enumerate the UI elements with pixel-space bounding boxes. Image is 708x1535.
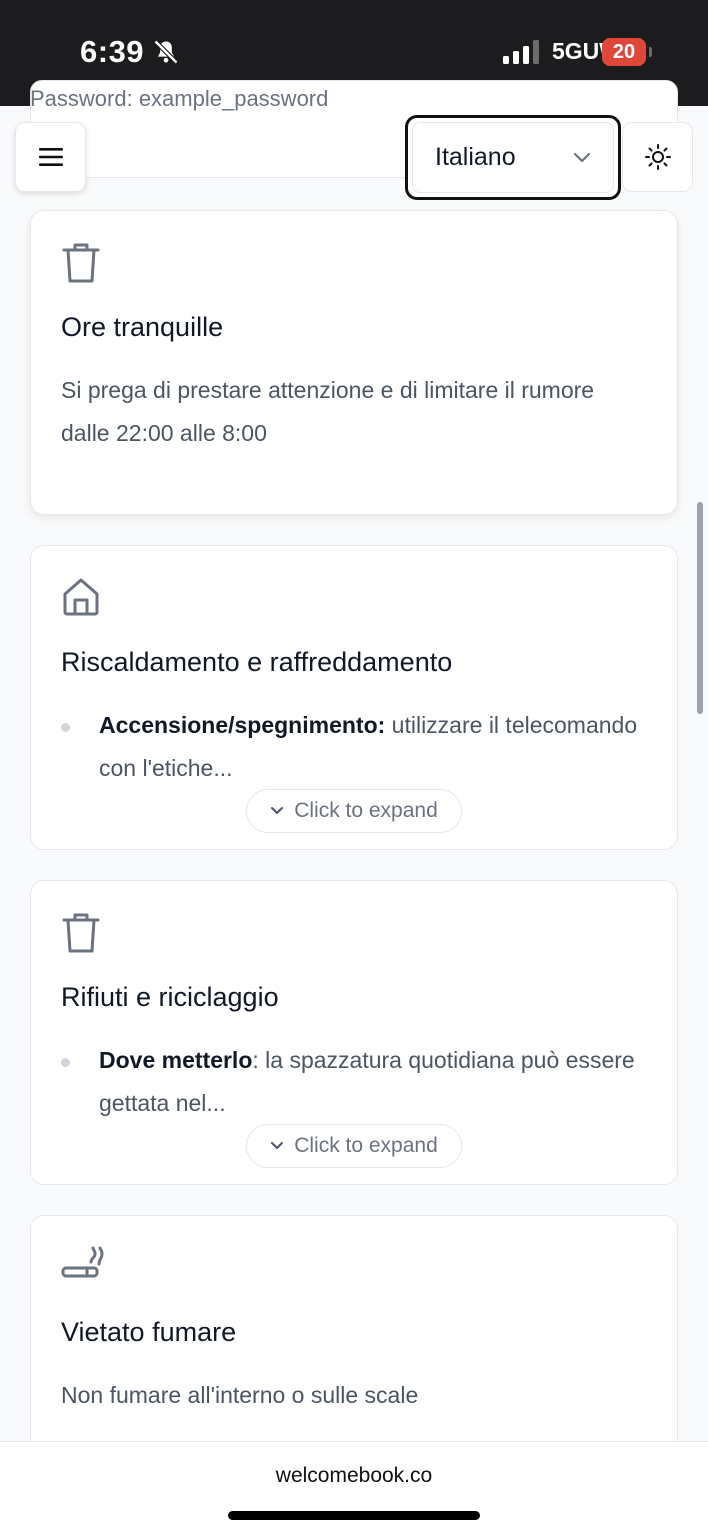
card-title: Vietato fumare — [61, 1317, 237, 1347]
card-waste-recycling[interactable]: Rifiuti e riciclaggio Dove metterlo: la … — [30, 880, 678, 1185]
menu-button[interactable] — [15, 122, 86, 192]
card-title: Riscaldamento e raffreddamento — [61, 647, 453, 677]
language-label: Italiano — [435, 143, 516, 171]
trash-icon — [62, 913, 100, 953]
smoking-icon — [61, 1246, 104, 1278]
theme-toggle-button[interactable] — [622, 122, 693, 192]
battery-cap — [649, 47, 652, 57]
card-body: Si prega di prestare attenzione e di lim… — [61, 377, 595, 446]
expand-button[interactable]: Click to expand — [246, 789, 462, 833]
previous-card-text: Password: example_password — [30, 86, 329, 111]
status-time: 6:39 — [80, 34, 145, 69]
home-icon — [63, 578, 99, 616]
chevron-down-icon — [271, 1142, 284, 1149]
card-title: Ore tranquille — [61, 312, 224, 342]
trash-icon — [62, 243, 100, 283]
card-body: Non fumare all'interno o sulle scale — [61, 1382, 419, 1408]
card-quiet-hours: Ore tranquille Si prega di prestare atte… — [30, 210, 678, 515]
bullet-text: Accensione/spegnimento: utilizzare il te… — [99, 704, 639, 790]
bullet-dot — [61, 723, 70, 732]
home-indicator[interactable] — [228, 1511, 480, 1520]
sun-icon — [644, 144, 671, 170]
card-heating-cooling[interactable]: Riscaldamento e raffreddamento Accension… — [30, 545, 678, 850]
battery-indicator: 20 — [602, 38, 646, 66]
expand-button[interactable]: Click to expand — [246, 1124, 462, 1168]
scrollbar[interactable] — [697, 502, 703, 714]
url-bar[interactable]: welcomebook.co — [0, 1441, 708, 1535]
bullet-label: Dove metterlo — [99, 1047, 253, 1073]
bullet-label: Accensione/spegnimento: — [99, 712, 386, 738]
bullet-dot — [61, 1058, 70, 1067]
bell-muted-icon — [153, 39, 179, 65]
chevron-down-icon — [573, 152, 591, 162]
expand-label: Click to expand — [294, 799, 438, 822]
language-select[interactable]: Italiano — [405, 115, 621, 200]
url-text: welcomebook.co — [275, 1464, 433, 1487]
card-title: Rifiuti e riciclaggio — [61, 982, 279, 1012]
expand-label: Click to expand — [294, 1134, 438, 1157]
hamburger-icon — [38, 148, 63, 166]
signal-icon — [503, 40, 539, 64]
bullet-text: Dove metterlo: la spazzatura quotidiana … — [99, 1039, 639, 1125]
language-select-inner: Italiano — [412, 122, 614, 193]
chevron-down-icon — [271, 807, 284, 814]
card-no-smoking: Vietato fumare Non fumare all'interno o … — [30, 1215, 678, 1475]
